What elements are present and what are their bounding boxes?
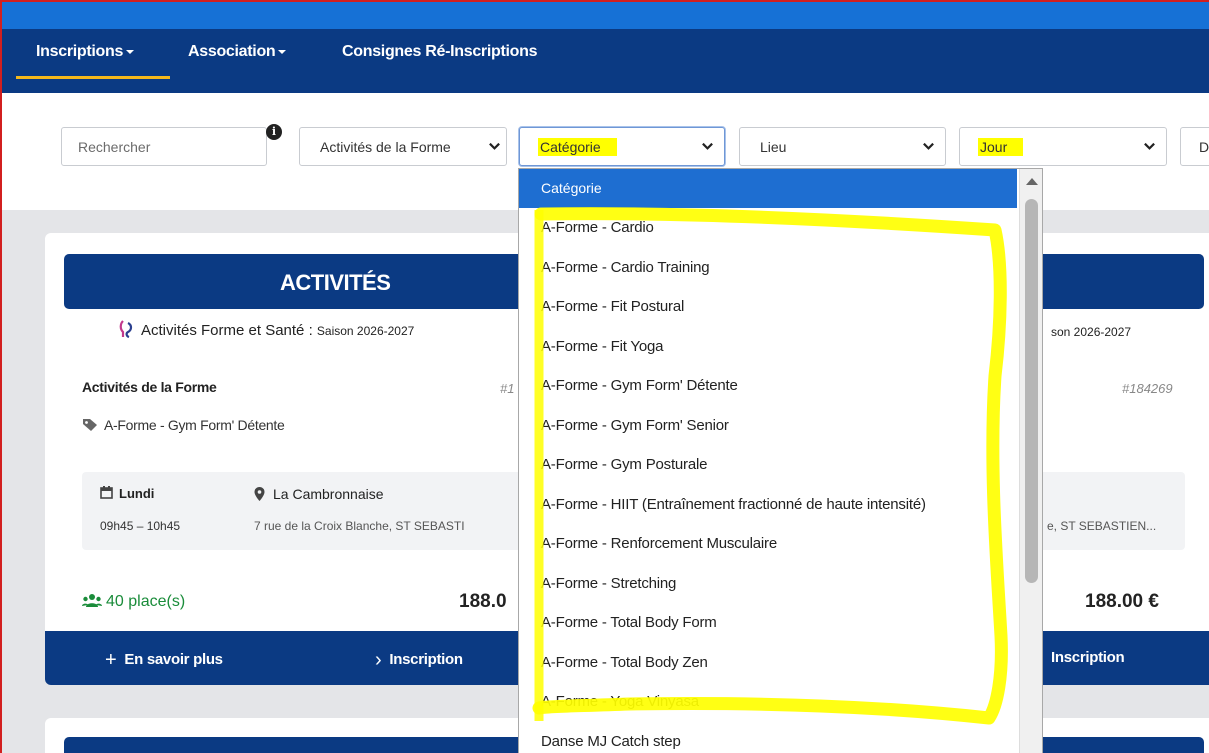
chevron-down-icon [489, 142, 500, 150]
schedule-place-label: La Cambronnaise [273, 486, 384, 502]
schedule-address-right: e, ST SEBASTIEN... [1047, 519, 1157, 533]
subtitle-season-right: son 2026-2027 [1051, 325, 1132, 339]
search-input[interactable]: Rechercher [61, 127, 267, 166]
dropdown-option[interactable]: A-Forme - Yoga Vinyasa [519, 682, 1017, 721]
schedule-time: 09h45 – 10h45 [100, 519, 181, 533]
inscription-button-right[interactable]: Inscription [1051, 649, 1125, 666]
card-subtitle-right: son 2026-2027 [1051, 323, 1131, 340]
caret-down-icon [126, 49, 135, 54]
dropdown-option[interactable]: A-Forme - Total Body Form [519, 603, 1017, 642]
schedule-box-right: e, ST SEBASTIEN... [1035, 472, 1185, 550]
dropdown-option[interactable]: A-Forme - Cardio [519, 208, 1017, 247]
nav-inscriptions-label: Inscriptions [36, 43, 124, 60]
info-icon[interactable]: i [266, 124, 282, 140]
inscription-button[interactable]: › Inscription [375, 649, 463, 672]
nav-active-indicator [16, 76, 170, 79]
dropdown-option[interactable]: A-Forme - Gym Form' Détente [519, 366, 1017, 405]
activity-name: Activités de la Forme [82, 379, 217, 395]
extra-select[interactable]: D [1180, 127, 1209, 166]
schedule-address: 7 rue de la Croix Blanche, ST SEBASTI [254, 519, 465, 533]
association-logo-icon [119, 320, 133, 339]
activity-category-label: A-Forme - Gym Form' Détente [104, 417, 285, 433]
users-icon [82, 594, 102, 607]
dropdown-option[interactable]: A-Forme - Fit Yoga [519, 327, 1017, 366]
more-info-label: En savoir plus [124, 651, 223, 668]
activity-price: 188.0 [459, 591, 507, 612]
nav-association-label: Association [188, 43, 276, 60]
dropdown-option[interactable]: A-Forme - Gym Form' Senior [519, 406, 1017, 445]
tag-icon [83, 419, 97, 431]
caret-down-icon [278, 49, 287, 54]
place-select-value: Lieu [760, 139, 787, 155]
category-select-value: Catégorie [538, 138, 617, 156]
available-places: 40 place(s) [82, 593, 185, 611]
day-select[interactable]: Jour [959, 127, 1167, 166]
dropdown-selected-option[interactable]: Catégorie [519, 169, 1017, 208]
schedule-day-label: Lundi [119, 486, 155, 501]
nav-consignes[interactable]: Consignes Ré-Inscriptions [342, 43, 538, 61]
chevron-right-icon: › [375, 649, 382, 671]
dropdown-option[interactable]: A-Forme - Renforcement Musculaire [519, 524, 1017, 563]
scroll-up-icon[interactable] [1026, 178, 1038, 185]
schedule-box: Lundi 09h45 – 10h45 La Cambronnaise 7 ru… [82, 472, 522, 550]
subtitle-main: Activités Forme et Santé : [141, 322, 313, 339]
category-select[interactable]: Catégorie [519, 127, 725, 166]
nav-inscriptions[interactable]: Inscriptions [36, 43, 135, 61]
top-strip [2, 2, 1209, 29]
search-placeholder: Rechercher [78, 139, 151, 155]
dropdown-option[interactable]: A-Forme - HIIT (Entraînement fractionné … [519, 485, 1017, 524]
app-frame: Inscriptions Association Consignes Ré-In… [0, 0, 1209, 753]
day-select-value: Jour [978, 138, 1024, 156]
dropdown-option[interactable]: A-Forme - Cardio Training [519, 248, 1017, 287]
extra-select-value: D [1199, 139, 1209, 155]
inscription-label: Inscription [389, 651, 463, 668]
scrollbar-thumb[interactable] [1025, 199, 1038, 583]
dropdown-option[interactable]: A-Forme - Gym Posturale [519, 445, 1017, 484]
activity-select[interactable]: Activités de la Forme [299, 127, 507, 166]
schedule-place: La Cambronnaise [254, 486, 384, 502]
category-dropdown[interactable]: Catégorie A-Forme - Cardio A-Forme - Card… [518, 168, 1043, 753]
dropdown-option[interactable]: A-Forme - Total Body Zen [519, 643, 1017, 682]
activity-price-right: 188.00 € [1085, 591, 1159, 612]
chevron-down-icon [702, 142, 713, 150]
subtitle-season: Saison 2026-2027 [316, 324, 415, 338]
available-places-label: 40 place(s) [106, 593, 186, 610]
nav-association[interactable]: Association [188, 43, 287, 61]
nav-consignes-label: Consignes Ré-Inscriptions [342, 43, 538, 60]
place-select[interactable]: Lieu [739, 127, 946, 166]
plus-icon: + [105, 649, 117, 671]
calendar-icon [100, 486, 113, 499]
schedule-day: Lundi [100, 486, 154, 501]
more-info-button[interactable]: + En savoir plus [105, 649, 223, 672]
dropdown-option[interactable]: A-Forme - Fit Postural [519, 287, 1017, 326]
map-pin-icon [254, 487, 265, 501]
activity-id-right: #184269 [1122, 381, 1173, 396]
activity-id: #1 [500, 381, 515, 396]
chevron-down-icon [1144, 142, 1155, 150]
card-subtitle: Activités Forme et Santé : Saison 2026-2… [119, 319, 414, 339]
dropdown-scrollbar[interactable] [1019, 169, 1042, 753]
chevron-down-icon [923, 142, 934, 150]
dropdown-option[interactable]: A-Forme - Stretching [519, 564, 1017, 603]
activity-select-value: Activités de la Forme [320, 139, 451, 155]
inscription-label-right: Inscription [1051, 649, 1125, 666]
main-nav: Inscriptions Association Consignes Ré-In… [2, 29, 1209, 93]
dropdown-option[interactable]: Danse MJ Catch step [519, 722, 1017, 753]
banner-title: ACTIVITÉS [280, 270, 391, 295]
activity-category: A-Forme - Gym Form' Détente [82, 417, 285, 433]
